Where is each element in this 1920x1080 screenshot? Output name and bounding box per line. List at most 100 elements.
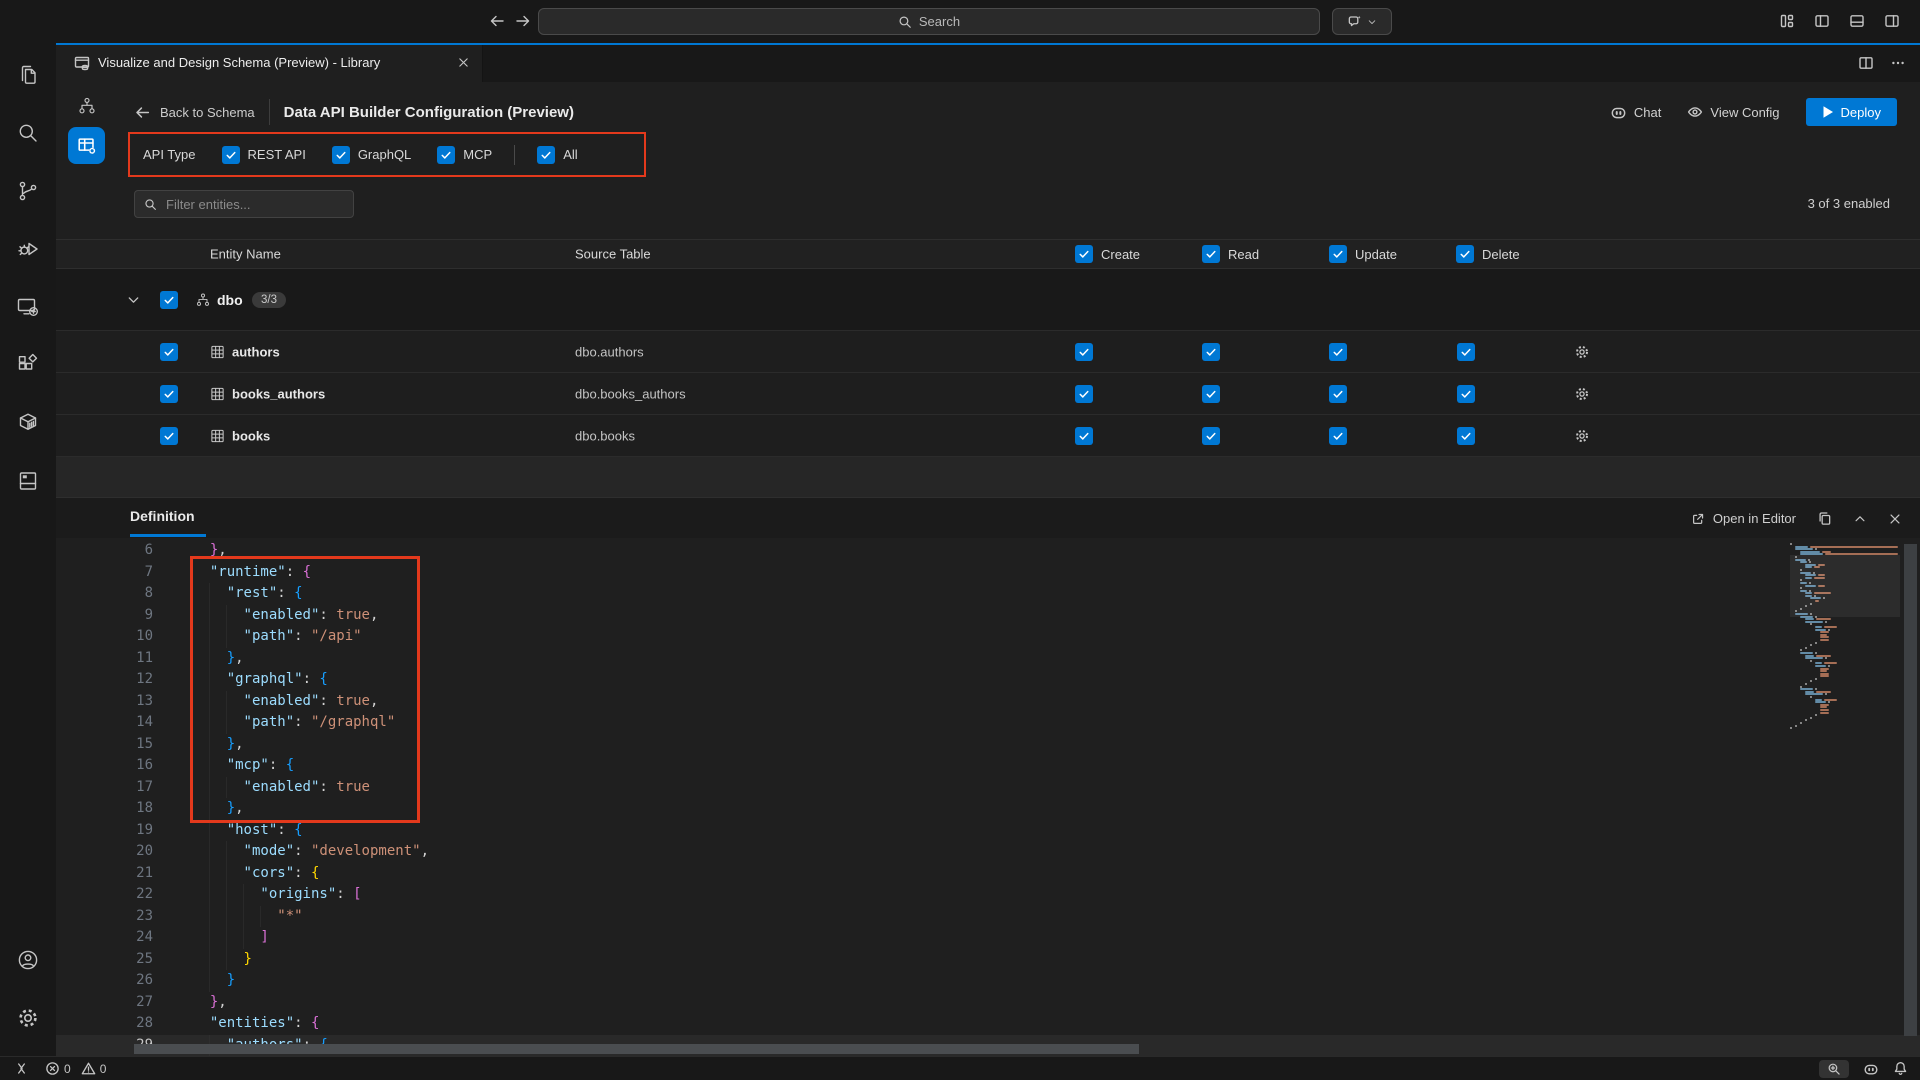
filter-search-icon: [144, 198, 157, 211]
toggle-primary-sidebar-icon[interactable]: [1814, 13, 1830, 29]
copy-icon[interactable]: [1817, 511, 1832, 526]
tab-visualize-schema[interactable]: Visualize and Design Schema (Preview) - …: [56, 43, 483, 82]
open-in-editor-button[interactable]: Open in Editor: [1691, 511, 1796, 526]
problems-status[interactable]: 0 0: [45, 1061, 106, 1076]
entity-name: books_authors: [232, 386, 325, 401]
notifications-bell-icon[interactable]: [1893, 1061, 1908, 1076]
crud-checkbox-authors-create[interactable]: [1075, 343, 1093, 361]
remote-indicator-icon[interactable]: [14, 1061, 29, 1076]
command-center-search[interactable]: Search: [538, 8, 1320, 35]
chat-button[interactable]: Chat: [1610, 104, 1661, 121]
settings-gear-icon[interactable]: [4, 992, 52, 1044]
crud-checkbox-books-create[interactable]: [1075, 427, 1093, 445]
title-bar: Search: [0, 0, 1920, 43]
minimap-slider[interactable]: [1790, 555, 1900, 617]
crud-checkbox-books-update[interactable]: [1329, 427, 1347, 445]
crud-header-checkbox-update[interactable]: [1329, 245, 1347, 263]
line-number: 20: [56, 841, 153, 863]
copilot-chat-button[interactable]: [1332, 8, 1392, 35]
schema-preview-tab-icon: [74, 55, 90, 71]
explorer-icon[interactable]: [4, 49, 52, 101]
code-line-23: 23"*": [56, 906, 1920, 928]
entity-settings-gear-icon[interactable]: [1574, 344, 1590, 360]
account-icon[interactable]: [4, 934, 52, 986]
crud-header-checkbox-read[interactable]: [1202, 245, 1220, 263]
extensions-icon[interactable]: [4, 339, 52, 391]
entity-checkbox-books[interactable]: [160, 427, 178, 445]
entity-checkbox-books_authors[interactable]: [160, 385, 178, 403]
dab-tool-active-tile[interactable]: [68, 127, 105, 164]
close-panel-icon[interactable]: [1888, 512, 1902, 526]
crud-checkbox-books-read[interactable]: [1202, 427, 1220, 445]
crud-checkbox-books-delete[interactable]: [1457, 427, 1475, 445]
code-line-20: 20"mode": "development",: [56, 841, 1920, 863]
line-number: 19: [56, 820, 153, 842]
toggle-panel-icon[interactable]: [1849, 13, 1865, 29]
crud-checkbox-books_authors-update[interactable]: [1329, 385, 1347, 403]
crud-header-label: Create: [1101, 247, 1140, 262]
collapse-panel-icon[interactable]: [1853, 512, 1867, 526]
api-checkbox-3[interactable]: [537, 146, 555, 164]
crud-header-checkbox-delete[interactable]: [1456, 245, 1474, 263]
copilot-status-icon[interactable]: [1863, 1061, 1879, 1077]
zoom-status-icon[interactable]: [1819, 1060, 1849, 1078]
containers-icon[interactable]: [4, 397, 52, 449]
code-line-26: 26}: [56, 970, 1920, 992]
crud-header-checkbox-create[interactable]: [1075, 245, 1093, 263]
view-config-button[interactable]: View Config: [1687, 104, 1779, 120]
crud-checkbox-authors-delete[interactable]: [1457, 343, 1475, 361]
api-type-annotation-box: API Type REST APIGraphQLMCPAll: [128, 132, 646, 177]
crud-checkbox-books_authors-read[interactable]: [1202, 385, 1220, 403]
database-projects-icon[interactable]: [4, 455, 52, 507]
tab-close-icon[interactable]: [457, 56, 470, 69]
api-checkbox-1[interactable]: [332, 146, 350, 164]
back-icon[interactable]: [487, 11, 507, 31]
entity-name: authors: [232, 344, 280, 359]
warning-count: 0: [100, 1062, 107, 1076]
filter-entities-field[interactable]: [134, 190, 354, 218]
more-actions-icon[interactable]: [1890, 55, 1906, 71]
api-checkbox-0[interactable]: [222, 146, 240, 164]
line-number: 15: [56, 734, 153, 756]
chevron-down-icon[interactable]: [126, 292, 141, 307]
filter-entities-input[interactable]: [164, 196, 328, 213]
vscode-window: Search: [0, 0, 1920, 1080]
remote-explorer-icon[interactable]: [4, 281, 52, 333]
code-line-21: 21"cors": {: [56, 863, 1920, 885]
entity-row-authors: authorsdbo.authors: [56, 331, 1920, 373]
group-checkbox-dbo[interactable]: [160, 291, 178, 309]
vertical-scrollbar[interactable]: [1904, 544, 1917, 1036]
crud-header-update: Update: [1329, 245, 1456, 263]
forward-icon[interactable]: [513, 11, 533, 31]
schema-designer-tool-icon[interactable]: [77, 96, 97, 116]
entity-settings-gear-icon[interactable]: [1574, 428, 1590, 444]
view-config-label: View Config: [1710, 105, 1779, 120]
table-icon: [210, 428, 225, 443]
crud-checkbox-authors-update[interactable]: [1329, 343, 1347, 361]
toggle-secondary-sidebar-icon[interactable]: [1884, 13, 1900, 29]
crud-checkbox-books_authors-create[interactable]: [1075, 385, 1093, 403]
api-checkbox-2[interactable]: [437, 146, 455, 164]
search-view-icon[interactable]: [4, 107, 52, 159]
schema-group-row: dbo 3/3: [56, 269, 1920, 331]
horizontal-scrollbar[interactable]: [134, 1044, 1139, 1054]
table-icon: [210, 344, 225, 359]
customize-layout-icon[interactable]: [1779, 13, 1795, 29]
source-control-icon[interactable]: [4, 165, 52, 217]
entity-name: books: [232, 428, 270, 443]
back-to-schema-button[interactable]: Back to Schema: [134, 104, 255, 121]
group-name: dbo: [217, 292, 243, 308]
line-number: 10: [56, 626, 153, 648]
split-editor-icon[interactable]: [1858, 55, 1874, 71]
chat-label: Chat: [1634, 105, 1661, 120]
entity-checkbox-authors[interactable]: [160, 343, 178, 361]
run-debug-icon[interactable]: [4, 223, 52, 275]
line-number: 6: [56, 540, 153, 562]
crud-checkbox-books_authors-delete[interactable]: [1457, 385, 1475, 403]
crud-checkbox-authors-read[interactable]: [1202, 343, 1220, 361]
api-option-label: MCP: [463, 147, 492, 162]
api-option-all: All: [537, 146, 577, 164]
code-line-25: 25}: [56, 949, 1920, 971]
deploy-button[interactable]: Deploy: [1806, 98, 1897, 126]
entity-settings-gear-icon[interactable]: [1574, 386, 1590, 402]
